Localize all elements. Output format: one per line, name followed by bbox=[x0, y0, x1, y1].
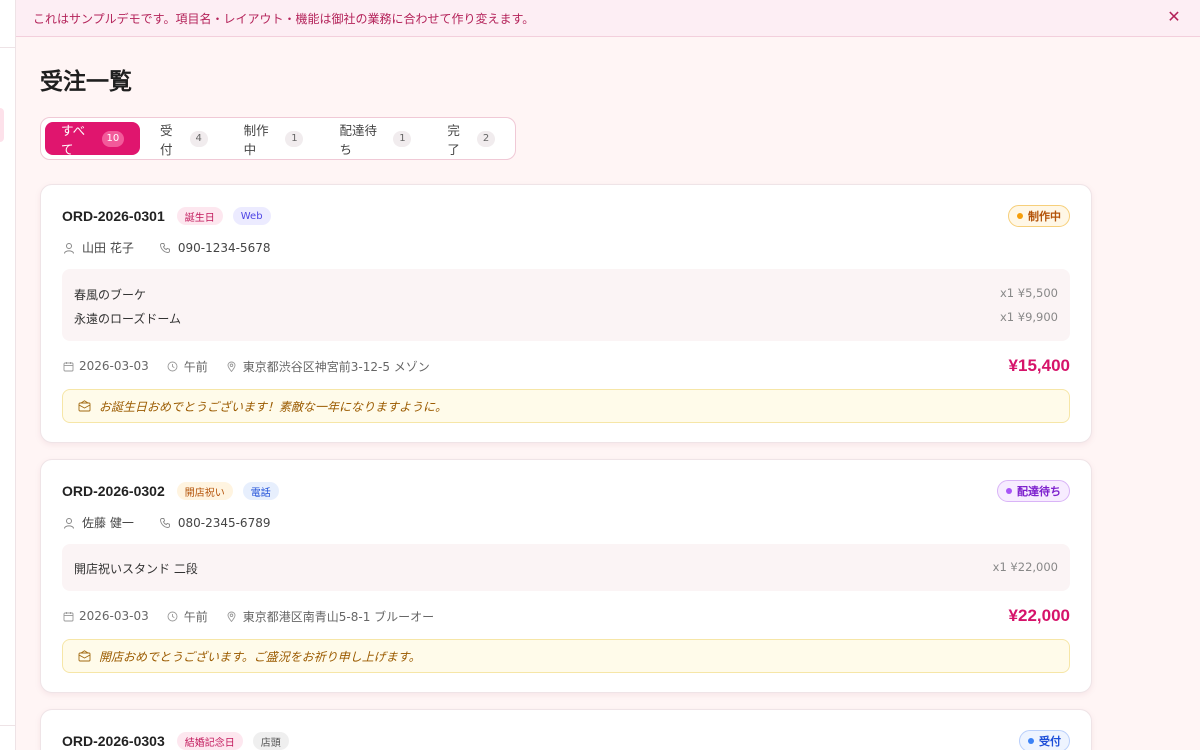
delivery-meta-row: 2026-03-03 午前 東京都港区南青山5-8-1 ブルーオー ¥22,00… bbox=[62, 605, 1070, 627]
gift-message: 開店おめでとうございます。ご盛況をお祈り申し上げます。 bbox=[62, 639, 1070, 673]
tab-count-badge: 4 bbox=[189, 130, 208, 147]
order-card[interactable]: ORD-2026-0301 誕生日 Web 制作中 山田 花子 090-1234… bbox=[40, 184, 1092, 443]
demo-notice-banner: これはサンプルデモです。項目名・レイアウト・機能は御社の業務に合わせて作り変えま… bbox=[16, 0, 1200, 37]
occasion-tag: 誕生日 bbox=[176, 207, 223, 225]
status-badge[interactable]: 受付 bbox=[1019, 730, 1070, 750]
status-label: 受付 bbox=[1039, 735, 1061, 748]
delivery-time: 午前 bbox=[167, 358, 208, 375]
item-name: 永遠のローズドーム bbox=[74, 312, 182, 326]
tab-in-production[interactable]: 制作中 1 bbox=[228, 122, 320, 157]
customer-name: 佐藤 健一 bbox=[82, 516, 134, 530]
delivery-time-text: 午前 bbox=[183, 609, 208, 624]
calendar-icon bbox=[62, 360, 74, 372]
gift-message-text: お誕生日おめでとうございます！素敵な一年になりますように。 bbox=[99, 399, 448, 414]
item-name: 開店祝いスタンド 二段 bbox=[74, 562, 198, 576]
status-label: 配達待ち bbox=[1017, 485, 1061, 498]
order-total: ¥15,400 bbox=[1008, 356, 1070, 375]
delivery-date: 2026-03-03 bbox=[62, 359, 149, 373]
phone-group: 080-2345-6789 bbox=[158, 515, 271, 530]
customer-row: 山田 花子 090-1234-5678 bbox=[62, 239, 270, 256]
channel-tag: 店頭 bbox=[252, 732, 289, 750]
order-id: ORD-2026-0303 bbox=[62, 733, 165, 749]
tab-completed[interactable]: 完了 2 bbox=[431, 122, 511, 157]
clock-icon bbox=[167, 610, 179, 622]
order-id: ORD-2026-0301 bbox=[62, 208, 165, 224]
item-name: 春風のブーケ bbox=[74, 288, 147, 302]
clock-icon bbox=[167, 360, 179, 372]
location-pin-icon bbox=[226, 360, 238, 372]
customer-row: 佐藤 健一 080-2345-6789 bbox=[62, 514, 270, 531]
order-header: ORD-2026-0302 開店祝い 電話 配達待ち bbox=[62, 480, 1070, 502]
order-items-box: 春風のブーケ x1 ¥5,500 永遠のローズドーム x1 ¥9,900 bbox=[62, 269, 1070, 341]
phone-group: 090-1234-5678 bbox=[158, 240, 271, 255]
status-badge[interactable]: 配達待ち bbox=[997, 480, 1070, 502]
tab-count-badge: 1 bbox=[285, 130, 304, 147]
delivery-address: 東京都渋谷区神宮前3-12-5 メゾン bbox=[226, 358, 430, 375]
order-total: ¥22,000 bbox=[1008, 606, 1070, 625]
sidebar-divider bbox=[0, 725, 16, 726]
status-filter-tabs: すべて 10 受付 4 制作中 1 配達待ち 1 完了 2 bbox=[40, 117, 516, 160]
customer-phone: 080-2345-6789 bbox=[177, 515, 271, 530]
tab-label: すべて bbox=[61, 122, 86, 157]
channel-tag: 電話 bbox=[242, 482, 279, 500]
tab-count-badge: 1 bbox=[393, 130, 412, 147]
order-header: ORD-2026-0301 誕生日 Web 制作中 bbox=[62, 205, 1070, 227]
customer-phone: 090-1234-5678 bbox=[177, 240, 271, 255]
delivery-address: 東京都港区南青山5-8-1 ブルーオー bbox=[226, 608, 434, 625]
tab-label: 配達待ち bbox=[339, 122, 377, 157]
sidebar-divider bbox=[0, 47, 16, 48]
user-icon bbox=[62, 516, 76, 530]
tab-all[interactable]: すべて 10 bbox=[45, 122, 141, 157]
gift-message-text: 開店おめでとうございます。ご盛況をお祈り申し上げます。 bbox=[99, 649, 421, 664]
location-pin-icon bbox=[226, 610, 238, 622]
close-icon[interactable]: ✕ bbox=[1165, 9, 1183, 27]
list-item: 春風のブーケ x1 ¥5,500 bbox=[74, 286, 1058, 303]
gift-message: お誕生日おめでとうございます！素敵な一年になりますように。 bbox=[62, 389, 1070, 423]
status-dot bbox=[1028, 738, 1034, 744]
order-items-box: 開店祝いスタンド 二段 x1 ¥22,000 bbox=[62, 544, 1070, 591]
delivery-time: 午前 bbox=[167, 608, 208, 625]
sidebar-collapsed bbox=[0, 0, 16, 750]
delivery-meta-row: 2026-03-03 午前 東京都渋谷区神宮前3-12-5 メゾン ¥15,40… bbox=[62, 355, 1070, 377]
delivery-date-text: 2026-03-03 bbox=[79, 359, 149, 373]
calendar-icon bbox=[62, 610, 74, 622]
tab-label: 受付 bbox=[160, 122, 173, 157]
tab-label: 完了 bbox=[447, 122, 460, 157]
list-item: 開店祝いスタンド 二段 x1 ¥22,000 bbox=[74, 560, 1058, 577]
item-qty-price: x1 ¥9,900 bbox=[999, 310, 1058, 324]
occasion-tag: 開店祝い bbox=[176, 482, 233, 500]
channel-tag: Web bbox=[232, 207, 271, 225]
list-item: 永遠のローズドーム x1 ¥9,900 bbox=[74, 310, 1058, 327]
banner-text: これはサンプルデモです。項目名・レイアウト・機能は御社の業務に合わせて作り変えま… bbox=[33, 11, 535, 26]
order-card[interactable]: ORD-2026-0302 開店祝い 電話 配達待ち 佐藤 健一 080-234… bbox=[40, 459, 1092, 693]
sidebar-active-indicator[interactable] bbox=[0, 108, 4, 142]
item-qty-price: x1 ¥22,000 bbox=[992, 560, 1058, 574]
order-card[interactable]: ORD-2026-0303 結婚記念日 店頭 受付 bbox=[40, 709, 1092, 750]
phone-icon bbox=[158, 516, 172, 530]
order-header: ORD-2026-0303 結婚記念日 店頭 受付 bbox=[62, 730, 1070, 750]
tab-awaiting-delivery[interactable]: 配達待ち 1 bbox=[323, 122, 427, 157]
customer-name: 山田 花子 bbox=[82, 241, 134, 255]
delivery-date-text: 2026-03-03 bbox=[79, 609, 149, 623]
tab-count-badge: 2 bbox=[477, 130, 495, 147]
status-dot bbox=[1006, 488, 1012, 494]
status-label: 制作中 bbox=[1028, 210, 1061, 223]
delivery-time-text: 午前 bbox=[183, 359, 208, 374]
delivery-address-text: 東京都港区南青山5-8-1 ブルーオー bbox=[242, 609, 435, 624]
user-icon bbox=[62, 241, 76, 255]
page-title: 受注一覧 bbox=[40, 69, 132, 95]
message-card-icon bbox=[77, 399, 91, 413]
delivery-address-text: 東京都渋谷区神宮前3-12-5 メゾン bbox=[242, 359, 430, 374]
tab-count-badge: 10 bbox=[101, 130, 125, 147]
tab-label: 制作中 bbox=[243, 122, 269, 157]
tab-received[interactable]: 受付 4 bbox=[144, 122, 224, 157]
delivery-date: 2026-03-03 bbox=[62, 609, 149, 623]
message-card-icon bbox=[77, 649, 91, 663]
item-qty-price: x1 ¥5,500 bbox=[999, 286, 1058, 300]
status-badge[interactable]: 制作中 bbox=[1008, 205, 1070, 227]
status-dot bbox=[1017, 213, 1023, 219]
occasion-tag: 結婚記念日 bbox=[176, 732, 243, 750]
phone-icon bbox=[158, 241, 172, 255]
order-id: ORD-2026-0302 bbox=[62, 483, 165, 499]
